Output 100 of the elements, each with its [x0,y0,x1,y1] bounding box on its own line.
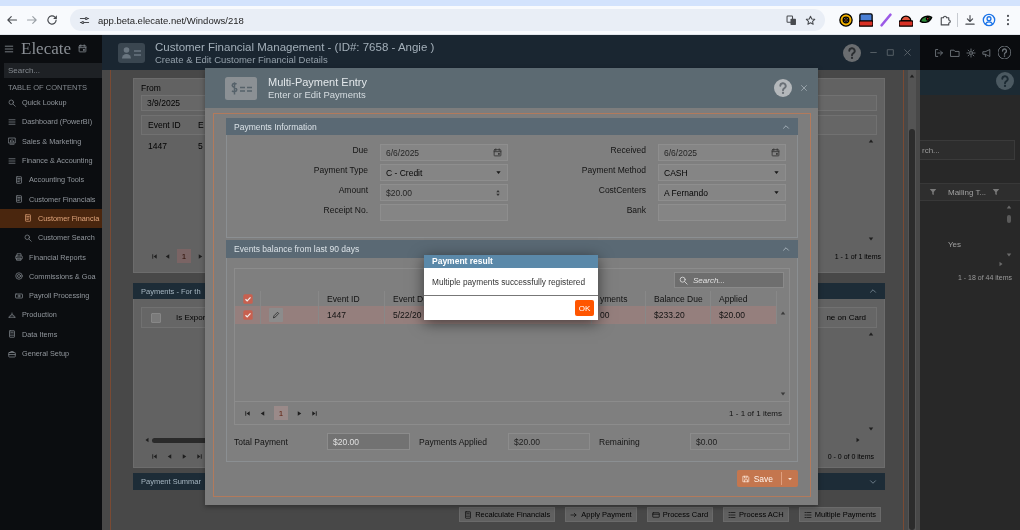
scroll-right-icon[interactable] [855,437,861,443]
address-bar[interactable]: app.beta.elecate.net/Windows/218 [70,9,825,31]
column-header: yments [600,293,628,304]
dropdown-caret-icon [495,169,502,176]
table-cell: 1447 [327,310,346,320]
first-page-icon[interactable] [151,452,158,460]
close-icon[interactable] [903,48,912,57]
scrollbar[interactable] [908,70,916,530]
search-field[interactable]: Search... [674,272,784,288]
page-button[interactable]: 1 [177,249,191,263]
calendar-icon[interactable] [493,148,502,157]
input-field[interactable]: $0.00 [690,433,790,450]
help-icon[interactable] [843,43,861,62]
menu-icon[interactable] [4,43,14,54]
back-icon[interactable] [6,14,18,26]
scrollbar-thumb[interactable] [1007,215,1011,223]
scroll-right-icon[interactable] [998,261,1004,267]
date-field[interactable]: 6/6/2025 [380,144,508,161]
next-page-icon[interactable] [181,452,188,460]
checkbox[interactable] [242,293,253,304]
page-button[interactable]: 1 [274,406,288,420]
logout-icon[interactable] [934,47,944,58]
scroll-up-icon[interactable] [909,73,915,79]
settings-icon[interactable] [966,47,976,58]
bookmark-star-icon[interactable] [805,14,816,26]
panel-header[interactable]: Payments Information [226,118,798,135]
spinner-icon[interactable] [494,188,502,197]
extensions-icon[interactable] [939,14,951,26]
megaphone-icon[interactable] [982,47,992,58]
filter-icon[interactable] [929,188,937,196]
reload-icon[interactable] [46,14,58,26]
scroll-up-icon[interactable] [868,331,874,337]
previous-page-icon[interactable] [166,452,173,460]
first-page-icon[interactable] [244,409,251,417]
scroll-up-icon[interactable] [868,138,874,144]
help-icon[interactable] [774,79,792,97]
site-settings-icon[interactable] [79,14,90,26]
download-icon[interactable] [964,14,976,26]
chevron-up-icon[interactable] [782,245,790,253]
filter-icon[interactable] [992,188,1001,196]
id-card-icon [118,42,145,63]
chevron-up-icon[interactable] [782,122,790,131]
field-label: Due [352,144,368,156]
help-icon[interactable] [996,72,1014,90]
folder-icon[interactable] [950,47,960,58]
column-header: ne on Card [826,313,866,322]
search-field[interactable]: rch... [920,140,1015,160]
feather-extension-icon[interactable] [879,13,893,27]
panel-header[interactable]: Events balance from last 90 days [226,240,798,258]
dropdown[interactable]: CASH [658,164,786,181]
list-icon [803,510,812,519]
dropdown[interactable]: C - Credit [380,164,508,181]
ok-button[interactable]: OK [575,300,594,316]
scrollbar-thumb[interactable] [909,129,915,530]
calendar-icon[interactable] [771,148,780,157]
credit-card-icon [651,510,660,519]
save-button[interactable]: Save [736,470,798,487]
previous-page-icon[interactable] [259,409,266,417]
printer-icon [15,253,23,261]
scroll-up-icon[interactable] [780,310,786,316]
checkbox[interactable] [242,310,253,320]
column-header: E [198,120,204,130]
number-field[interactable]: $20.00 [380,184,508,201]
translate-icon[interactable] [786,14,797,26]
scroll-down-icon[interactable] [868,236,874,242]
column-header: Balance Due [654,293,703,304]
input-field[interactable]: $20.00 [508,433,590,450]
scroll-up-icon[interactable] [1006,204,1012,210]
badge-extension-icon[interactable] [899,13,913,27]
next-page-icon[interactable] [296,409,303,417]
column-header: Is Expor [176,313,206,322]
chevron-up-icon[interactable] [869,287,877,295]
help-icon[interactable] [998,46,1011,59]
field-label: CostCenters [598,184,646,196]
date-field[interactable]: 6/6/2025 [658,144,786,161]
circle-extension-icon[interactable] [839,13,853,27]
edit-button[interactable] [269,308,283,322]
previous-page-icon[interactable] [164,252,171,260]
column-header: Mailing T... [948,187,987,197]
search-icon [24,233,32,242]
dialog-title: Multi-Payment Entry [268,76,368,88]
scroll-left-icon[interactable] [144,437,150,443]
forward-icon[interactable] [26,14,38,26]
maximize-icon[interactable] [886,48,895,57]
scroll-down-icon[interactable] [1006,252,1012,258]
close-icon[interactable] [800,84,808,92]
dropdown[interactable]: A Fernando [658,184,786,201]
scroll-down-icon[interactable] [780,391,786,397]
calendar-icon[interactable] [78,44,87,53]
first-page-icon[interactable] [151,252,158,260]
last-page-icon[interactable] [196,452,203,460]
calculator-icon [464,510,473,519]
profile-icon[interactable] [982,13,996,27]
field-label: Payment Method [581,164,646,176]
chevron-down-icon[interactable] [869,477,877,486]
checkbox[interactable] [151,312,161,323]
scroll-down-icon[interactable] [868,426,874,432]
last-page-icon[interactable] [311,409,318,417]
search-field[interactable]: Search... [4,63,102,78]
banknote-icon [15,291,23,300]
